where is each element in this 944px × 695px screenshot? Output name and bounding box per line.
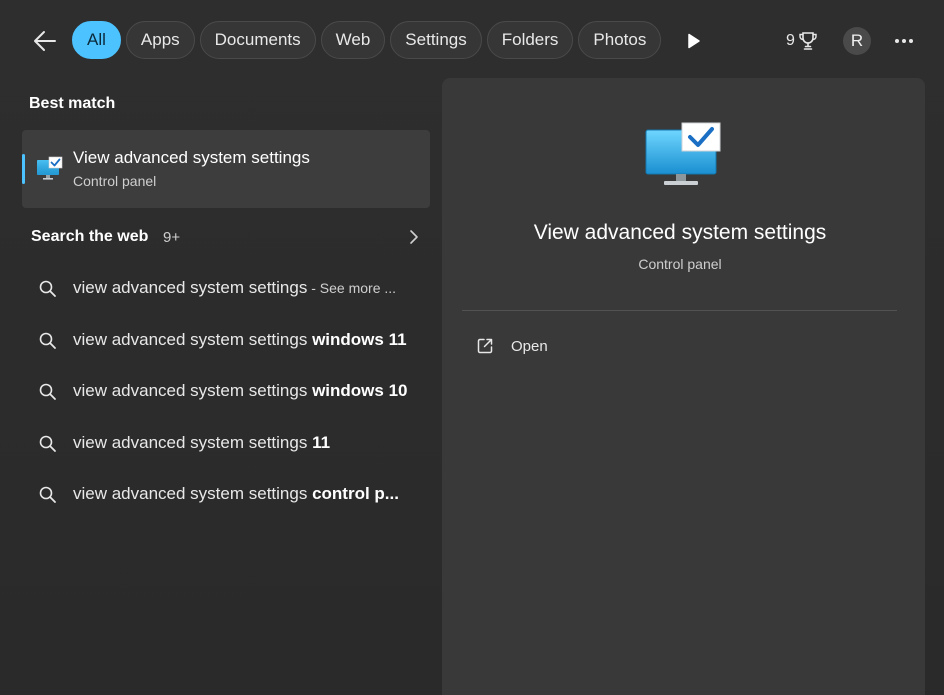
monitor-check-icon: [645, 122, 721, 185]
chevron-right-icon: [410, 230, 418, 244]
web-suggestion-text: view advanced system settings windows 11: [73, 330, 407, 349]
filter-chips: All Apps Documents Web Settings Folders …: [72, 21, 662, 59]
search-icon: [39, 383, 56, 400]
filter-chip-settings[interactable]: Settings: [390, 21, 482, 59]
divider: [462, 310, 897, 311]
trophy-icon: [799, 32, 817, 50]
web-suggestion[interactable]: view advanced system settings windows 11: [22, 318, 430, 362]
search-icon: [39, 332, 56, 349]
more-options-button[interactable]: [889, 28, 919, 54]
rewards-button[interactable]: 9: [786, 28, 818, 54]
best-match-heading: Best match: [29, 95, 116, 112]
avatar[interactable]: R: [843, 27, 871, 55]
search-the-web-heading: Search the web: [31, 228, 149, 245]
search-filter-bar: All Apps Documents Web Settings Folders …: [0, 0, 944, 82]
open-action[interactable]: Open: [464, 330, 664, 362]
web-suggestion[interactable]: view advanced system settings windows 10: [22, 369, 430, 413]
more-filters-button[interactable]: [680, 28, 708, 54]
back-button[interactable]: [30, 26, 60, 56]
filter-chip-photos[interactable]: Photos: [578, 21, 662, 59]
windows-search-panel: All Apps Documents Web Settings Folders …: [0, 0, 944, 695]
open-external-icon: [477, 338, 493, 354]
open-action-label: Open: [511, 338, 548, 355]
web-suggestion[interactable]: view advanced system settings - See more…: [22, 266, 430, 310]
web-suggestion-text: view advanced system settings windows 10: [73, 381, 408, 400]
rewards-points: 9: [786, 32, 795, 49]
filter-chip-folders[interactable]: Folders: [486, 21, 574, 59]
web-suggestion-text: view advanced system settings 11: [73, 433, 331, 452]
search-icon: [39, 435, 56, 452]
preview-title: View advanced system settings: [533, 221, 827, 244]
web-suggestion[interactable]: view advanced system settings 11: [22, 421, 430, 465]
web-suggestion[interactable]: view advanced system settings control p.…: [22, 472, 430, 516]
search-the-web-header[interactable]: Search the web 9+: [22, 222, 430, 252]
filter-chip-web[interactable]: Web: [320, 21, 386, 59]
preview-subtitle: Control panel: [638, 256, 722, 272]
selection-indicator: [22, 154, 25, 184]
arrow-left-icon: [34, 31, 56, 51]
web-suggestion-text: view advanced system settings control p.…: [73, 484, 399, 503]
search-icon: [39, 280, 56, 297]
best-match-result[interactable]: View advanced system settings Control pa…: [22, 130, 430, 208]
result-preview-pane: View advanced system settings Control pa…: [442, 78, 925, 695]
web-results-count: 9+: [163, 229, 181, 246]
monitor-check-icon: [37, 156, 63, 180]
web-suggestion-text: view advanced system settings - See more…: [73, 278, 397, 297]
best-match-subtitle: Control panel: [73, 173, 157, 189]
ellipsis-icon: [895, 39, 913, 43]
filter-chip-apps[interactable]: Apps: [125, 21, 195, 59]
filter-chip-all[interactable]: All: [72, 21, 121, 59]
search-icon: [39, 486, 56, 503]
play-icon: [688, 33, 700, 49]
filter-chip-documents[interactable]: Documents: [199, 21, 316, 59]
best-match-title: View advanced system settings: [73, 148, 310, 167]
